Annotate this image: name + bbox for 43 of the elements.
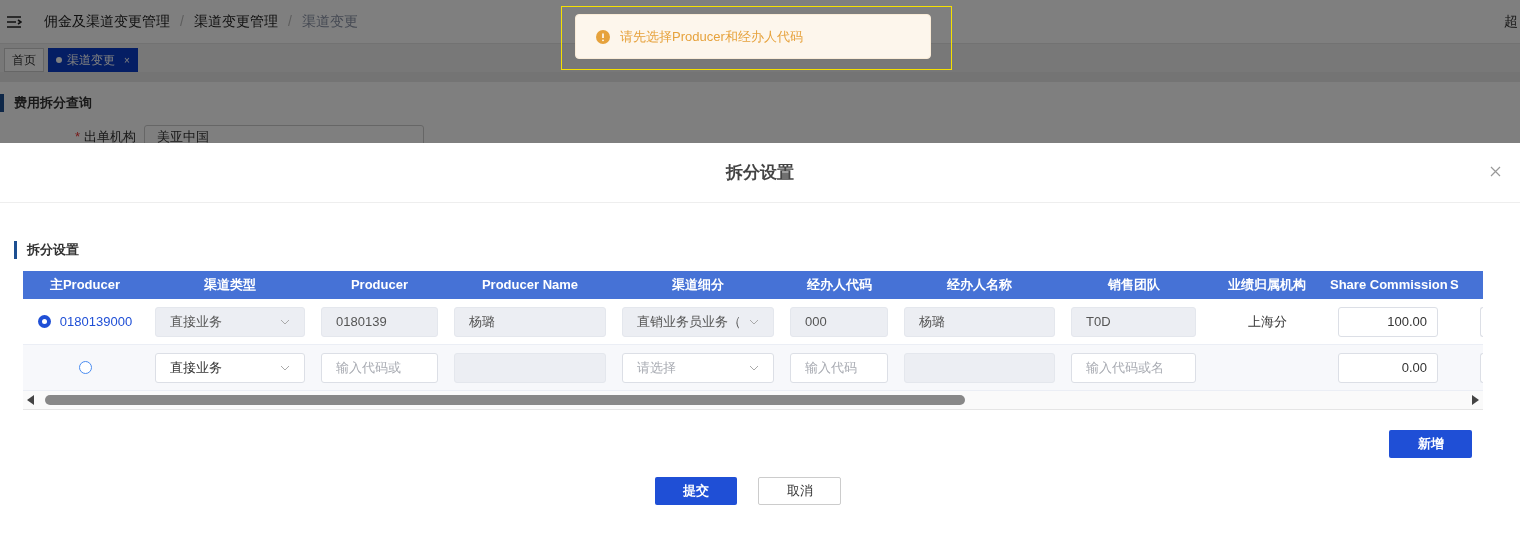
close-icon[interactable] bbox=[1490, 166, 1501, 177]
add-button[interactable]: 新增 bbox=[1389, 430, 1472, 458]
column-header: Producer bbox=[349, 276, 410, 295]
radio-button[interactable] bbox=[37, 315, 51, 328]
dialog-title: 拆分设置 bbox=[726, 161, 794, 184]
submit-button[interactable]: 提交 bbox=[655, 477, 737, 505]
column-header: S bbox=[1449, 276, 1460, 295]
column-header: 经办人代码 bbox=[805, 276, 873, 295]
column-header: Producer Name bbox=[480, 276, 580, 295]
section-title: 费用拆分查询 bbox=[14, 94, 92, 113]
radio-button[interactable] bbox=[78, 361, 92, 374]
column-header: 销售团队 bbox=[1106, 276, 1161, 295]
table-cell-text: 上海分 bbox=[1247, 312, 1287, 331]
menu-icon[interactable] bbox=[6, 14, 22, 29]
column-header: Share Commission bbox=[1330, 276, 1446, 295]
breadcrumb-link[interactable]: 佣金及渠道变更管理 bbox=[44, 11, 170, 32]
scroll-right-icon[interactable] bbox=[1469, 394, 1481, 406]
field-label: * 出单机构 bbox=[73, 128, 137, 147]
input-field[interactable]: 0.00 bbox=[1338, 352, 1438, 383]
column-header: 渠道细分 bbox=[671, 276, 725, 295]
breadcrumb-current: 渠道变更 bbox=[301, 12, 358, 31]
toast-message: 请先选择Producer和经办人代码 bbox=[620, 27, 803, 46]
chevron-down-icon[interactable] bbox=[749, 364, 759, 371]
section-title: 拆分设置 bbox=[27, 241, 79, 260]
scrollbar-thumb[interactable] bbox=[45, 395, 965, 405]
column-header: 主Producer bbox=[48, 276, 122, 295]
tab[interactable]: 渠道变更 × bbox=[48, 48, 138, 72]
breadcrumb-separator: / bbox=[287, 12, 292, 31]
scroll-left-icon[interactable] bbox=[25, 394, 37, 406]
input-field[interactable] bbox=[1480, 306, 1483, 337]
cancel-button[interactable]: 取消 bbox=[758, 477, 841, 505]
producer-code-link[interactable]: 0180139000 bbox=[59, 311, 133, 332]
input-field[interactable]: 100.00 bbox=[1338, 306, 1438, 337]
column-header: 渠道类型 bbox=[203, 276, 257, 295]
chevron-down-icon[interactable] bbox=[280, 364, 290, 371]
breadcrumb-separator: / bbox=[180, 12, 184, 31]
select-field[interactable]: 直接业务 bbox=[155, 352, 305, 383]
user-name[interactable]: 超 bbox=[1504, 11, 1518, 32]
tab[interactable]: 首页 bbox=[4, 48, 44, 72]
breadcrumb-link[interactable]: 渠道变更管理 bbox=[193, 11, 278, 32]
column-header: 经办人名称 bbox=[946, 276, 1013, 295]
close-icon[interactable]: × bbox=[124, 52, 130, 68]
column-header: 业绩归属机构 bbox=[1227, 276, 1307, 295]
